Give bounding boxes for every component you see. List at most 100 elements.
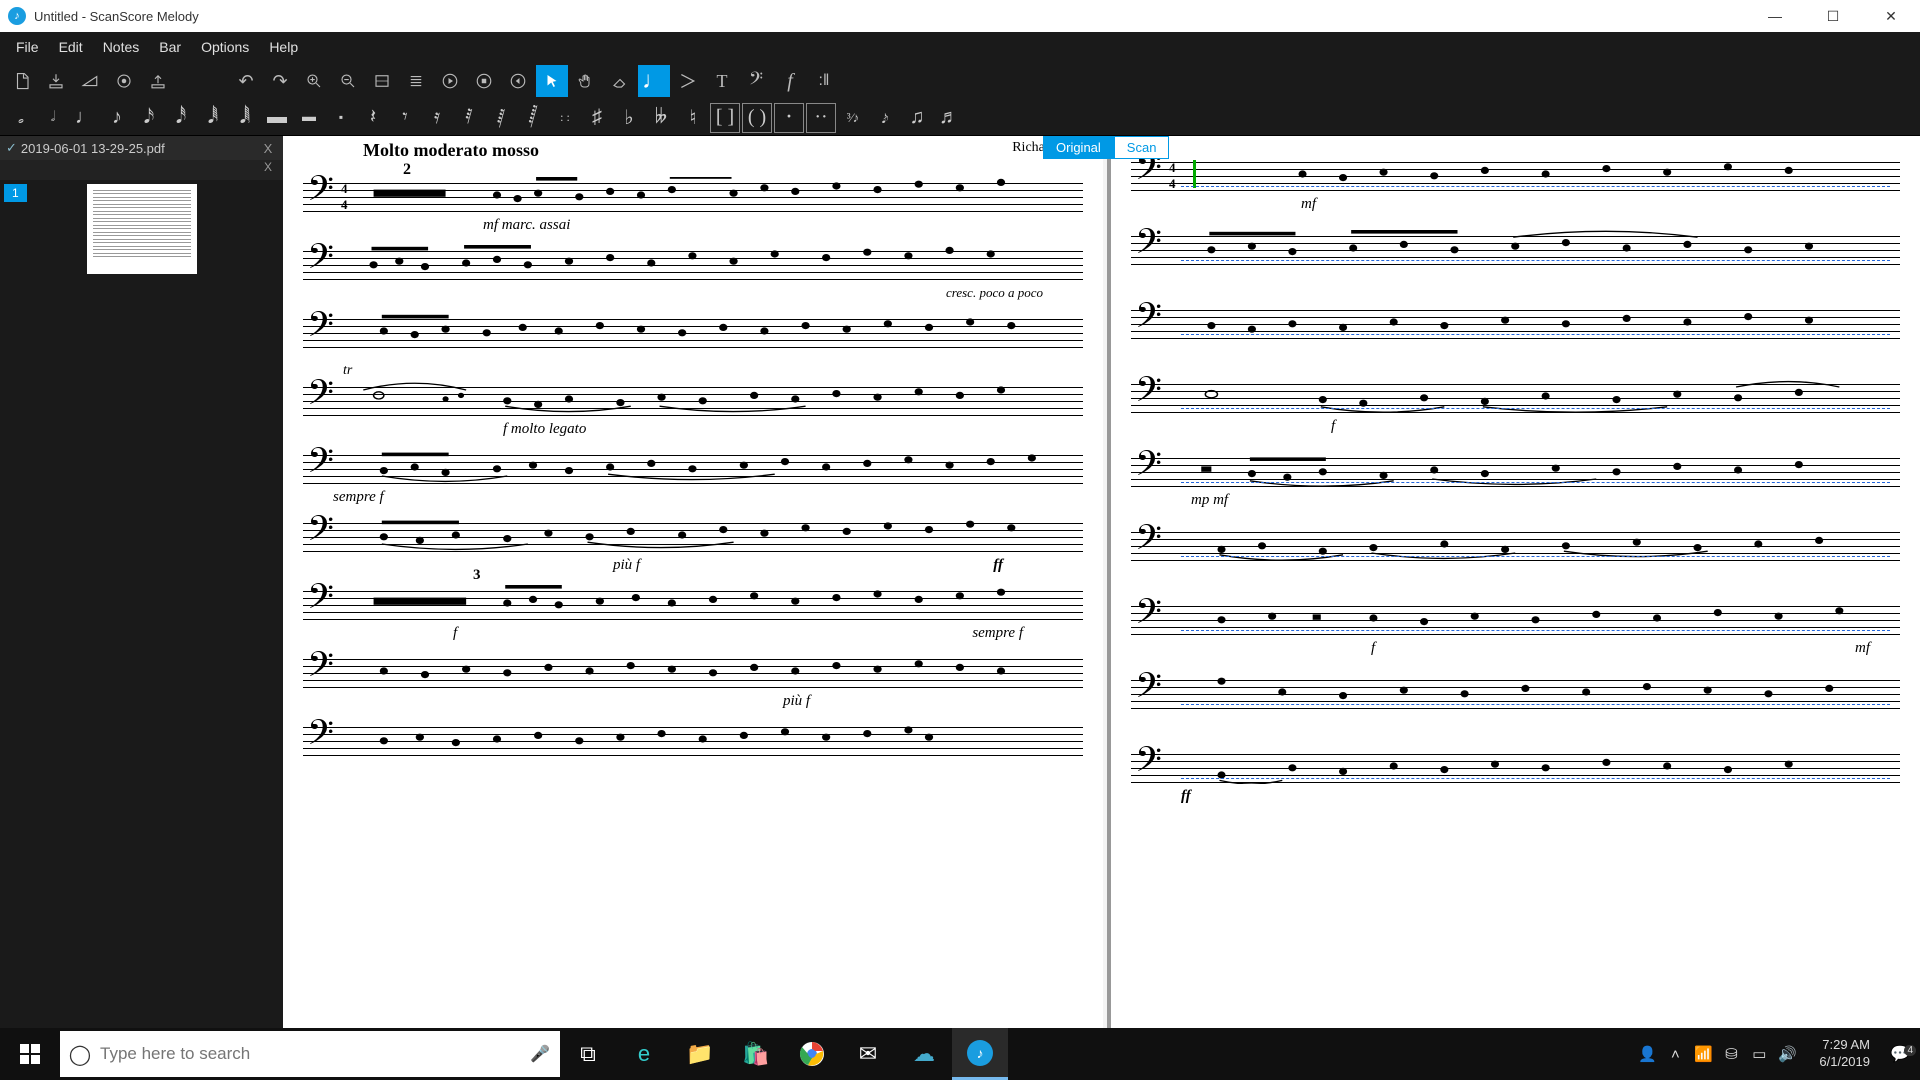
multirest-button[interactable]: 𝅂 — [518, 103, 548, 133]
quarter-rest-button[interactable]: ▪ — [326, 103, 356, 133]
close-subtab-button[interactable]: X — [259, 160, 277, 180]
sharp-button[interactable]: ♯ — [582, 103, 612, 133]
half-note-button[interactable]: 𝅗𝅥 — [38, 103, 68, 133]
menu-help[interactable]: Help — [259, 35, 308, 59]
text-tool[interactable]: T — [706, 65, 738, 97]
start-button[interactable] — [0, 1028, 60, 1080]
tab-scan[interactable]: Scan — [1114, 136, 1170, 159]
minimize-button[interactable]: — — [1746, 0, 1804, 32]
eighth-rest-button[interactable]: 𝄽 — [358, 103, 388, 133]
tray-expand-icon[interactable]: ˄ — [1661, 1046, 1689, 1063]
sixteenth-rest-button[interactable]: 𝄾 — [390, 103, 420, 133]
eighth-note-button[interactable]: ♪ — [102, 103, 132, 133]
dynamic-mf-marc: mf marc. assai — [483, 217, 570, 234]
natural-button[interactable]: ♮ — [678, 103, 708, 133]
menu-file[interactable]: File — [6, 35, 49, 59]
zoom-in-button[interactable] — [298, 65, 330, 97]
whole-rest-button[interactable]: ▬ — [262, 103, 292, 133]
dynamic-mf-right: mf — [1301, 196, 1316, 213]
mail-icon[interactable]: ✉ — [840, 1028, 896, 1080]
chrome-icon[interactable] — [784, 1028, 840, 1080]
dynamics-tool[interactable]: f — [774, 65, 806, 97]
pointer-tool[interactable] — [536, 65, 568, 97]
notification-center-icon[interactable]: 💬4 — [1880, 1044, 1920, 1064]
double-dot-button[interactable]: : : — [550, 103, 580, 133]
thirtysecond-note-button[interactable]: 𝅘𝅥𝅰 — [166, 103, 196, 133]
zoom-out-button[interactable] — [332, 65, 364, 97]
view-systems-button[interactable] — [400, 65, 432, 97]
toolbar-main: ↶ ↷ ♩ ＞ T 𝄢 f :‖ — [0, 62, 1920, 100]
accent-tool[interactable]: ＞ — [672, 65, 704, 97]
beam-sixteenth-button[interactable]: ♬ — [934, 103, 964, 133]
dynamic-f-right: f — [1331, 418, 1335, 435]
menu-bar[interactable]: Bar — [149, 35, 191, 59]
rewind-button[interactable] — [502, 65, 534, 97]
tuplet-number: 3 — [473, 567, 481, 584]
search-input[interactable] — [100, 1044, 520, 1064]
note-tool[interactable]: ♩ — [638, 65, 670, 97]
window-title: Untitled - ScanScore Melody — [34, 9, 1746, 24]
maximize-button[interactable]: ☐ — [1804, 0, 1862, 32]
menu-options[interactable]: Options — [191, 35, 259, 59]
page-thumbnail[interactable] — [87, 184, 197, 274]
record-button[interactable] — [108, 65, 140, 97]
sixteenth-note-button[interactable]: 𝅘𝅥𝅯 — [134, 103, 164, 133]
people-icon[interactable]: 👤 — [1633, 1045, 1661, 1063]
scan-button[interactable] — [74, 65, 106, 97]
eraser-tool[interactable] — [604, 65, 636, 97]
view-page-button[interactable] — [366, 65, 398, 97]
bracket-paren-button[interactable]: ( ) — [742, 103, 772, 133]
menu-notes[interactable]: Notes — [93, 35, 150, 59]
hand-tool[interactable] — [570, 65, 602, 97]
task-view-button[interactable]: ⧉ — [560, 1028, 616, 1080]
search-box[interactable]: ◯ 🎤 — [60, 1031, 560, 1077]
page-thumbnail-row[interactable]: 1 — [0, 180, 283, 278]
dropbox-icon[interactable]: ⛁ — [1717, 1045, 1745, 1063]
redo-button[interactable]: ↷ — [264, 65, 296, 97]
close-button[interactable]: ✕ — [1862, 0, 1920, 32]
new-file-button[interactable] — [6, 65, 38, 97]
scanscore-taskbar-icon[interactable]: ♪ — [952, 1028, 1008, 1080]
file-explorer-icon[interactable]: 📁 — [672, 1028, 728, 1080]
document-tab[interactable]: ✓ 2019-06-01 13-29-25.pdf X — [0, 136, 283, 160]
original-page[interactable]: Molto moderato mosso Richard W 𝄢 44 2 mf… — [283, 136, 1103, 1028]
thirtysecond-rest-button[interactable]: 𝄿 — [422, 103, 452, 133]
onedrive-icon[interactable]: ☁ — [896, 1028, 952, 1080]
flat-button[interactable]: ♭ — [614, 103, 644, 133]
hundredtwentyeighth-note-button[interactable]: 𝅘𝅥𝅲 — [230, 103, 260, 133]
menu-edit[interactable]: Edit — [49, 35, 93, 59]
dynamic-mf-right2: mf — [1855, 640, 1870, 657]
stop-button[interactable] — [468, 65, 500, 97]
play-button[interactable] — [434, 65, 466, 97]
undo-button[interactable]: ↶ — [230, 65, 262, 97]
grace-note-button[interactable]: 𝆔 — [870, 103, 900, 133]
dynamic-f-legato: f molto legato — [503, 421, 586, 438]
store-icon[interactable]: 🛍️ — [728, 1028, 784, 1080]
sixtyfourth-rest-button[interactable]: 𝅀 — [454, 103, 484, 133]
dot-button[interactable]: · — [774, 103, 804, 133]
sixtyfourth-note-button[interactable]: 𝅘𝅥𝅱 — [198, 103, 228, 133]
beam-eighth-button[interactable]: ♫ — [902, 103, 932, 133]
scan-page[interactable]: 𝄢 44 mf 𝄢 — [1111, 136, 1920, 1028]
taskbar-clock[interactable]: 7:29 AM 6/1/2019 — [1809, 1037, 1880, 1071]
tab-original[interactable]: Original — [1043, 136, 1114, 159]
mic-icon[interactable]: 🎤 — [520, 1044, 560, 1064]
whole-note-button[interactable]: 𝅗 — [6, 103, 36, 133]
double-dot-rhythm-button[interactable]: ·· — [806, 103, 836, 133]
battery-icon[interactable]: ▭ — [1745, 1045, 1773, 1063]
close-tab-button[interactable]: X — [259, 141, 277, 156]
cortana-icon[interactable]: ◯ — [60, 1042, 100, 1067]
hundredtwentyeighth-rest-button[interactable]: 𝅁 — [486, 103, 516, 133]
clef-tool[interactable]: 𝄢 — [740, 65, 772, 97]
quarter-note-button[interactable]: ♩ — [70, 103, 100, 133]
edge-icon[interactable]: e — [616, 1028, 672, 1080]
bracket-square-button[interactable]: [ ] — [710, 103, 740, 133]
import-button[interactable] — [40, 65, 72, 97]
export-button[interactable] — [142, 65, 174, 97]
tuplet-button[interactable]: ³⁄♪ — [838, 103, 868, 133]
barline-tool[interactable]: :‖ — [808, 65, 840, 97]
double-flat-button[interactable]: 𝄫 — [646, 103, 676, 133]
wifi-icon[interactable]: 📶 — [1689, 1045, 1717, 1063]
half-rest-button[interactable]: ▬ — [294, 103, 324, 133]
volume-icon[interactable]: 🔊 — [1773, 1045, 1801, 1063]
